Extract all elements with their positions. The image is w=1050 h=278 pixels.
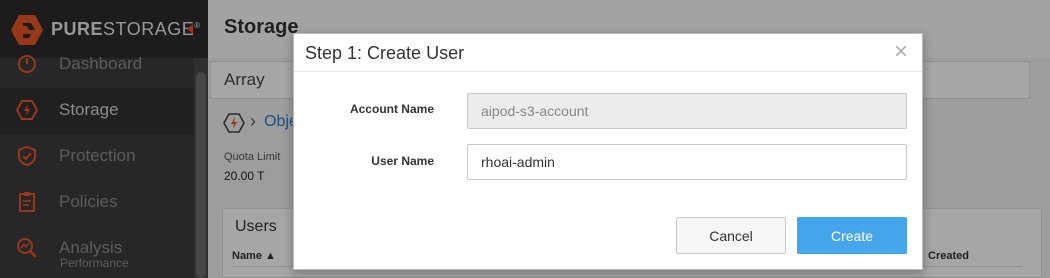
dialog-title: Step 1: Create User	[305, 43, 465, 63]
account-name-label: Account Name	[349, 102, 434, 116]
user-name-label: User Name	[371, 154, 434, 168]
close-icon[interactable]: ×	[894, 39, 908, 65]
dialog-header: Step 1: Create User ×	[294, 34, 922, 72]
create-user-dialog: Step 1: Create User × Account Name User …	[293, 33, 923, 270]
user-name-field[interactable]	[467, 144, 907, 180]
create-button[interactable]: Create	[797, 217, 907, 254]
cancel-button[interactable]: Cancel	[676, 217, 786, 254]
account-name-field	[467, 93, 907, 129]
